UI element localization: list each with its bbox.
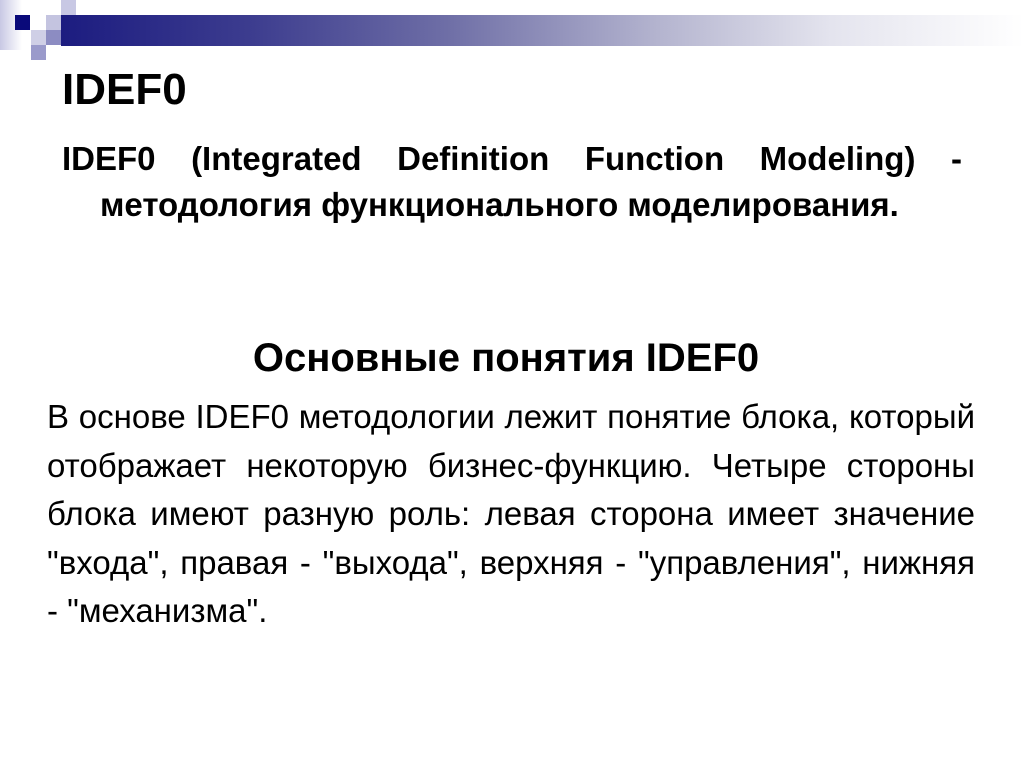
decorative-square-pale xyxy=(61,0,76,15)
slide-title: IDEF0 xyxy=(62,65,187,114)
body-paragraph: В основе IDEF0 методологии лежит понятие… xyxy=(47,398,975,629)
section-heading: Основные понятия IDEF0 xyxy=(252,336,760,380)
decorative-square-medium xyxy=(31,45,46,60)
header-gradient-bar xyxy=(61,15,1024,46)
decorative-square-medium xyxy=(46,30,61,45)
definition-text: IDEF0 (Integrated Definition Function Mo… xyxy=(62,140,962,223)
decorative-square-light xyxy=(46,15,61,30)
definition-block: IDEF0 (Integrated Definition Function Mo… xyxy=(62,136,962,228)
decorative-square-pale xyxy=(31,30,46,45)
decorative-square-dark xyxy=(15,15,30,30)
header-decoration xyxy=(0,0,1024,60)
